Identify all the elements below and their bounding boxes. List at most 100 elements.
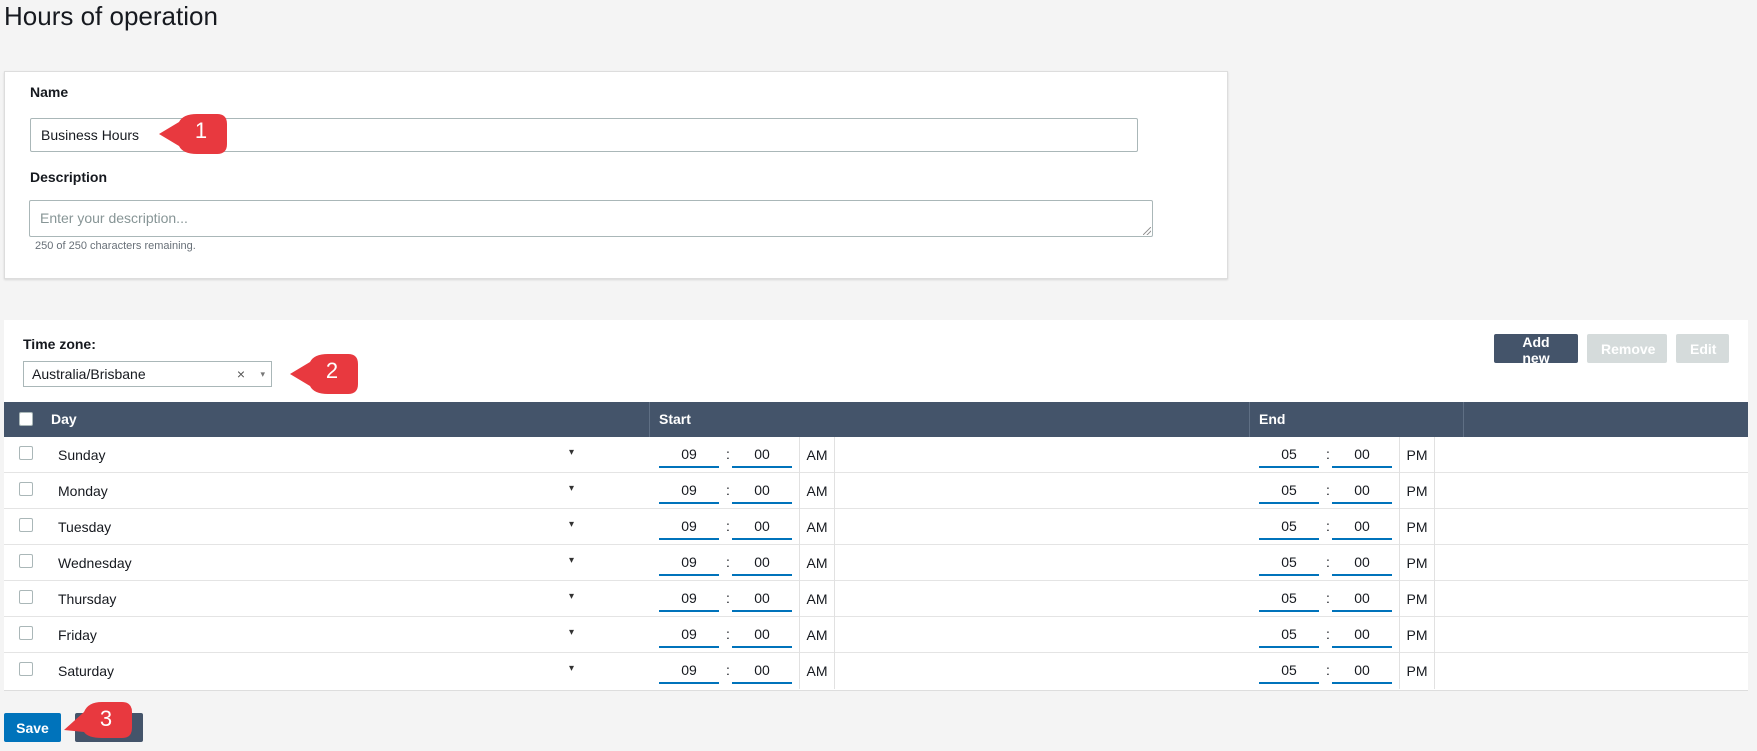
row-checkbox[interactable] [19,662,33,676]
start-hour-input[interactable]: 09 [659,622,719,648]
start-minute-input[interactable]: 00 [732,550,792,576]
header-day: Day [51,411,77,427]
end-ampm-toggle[interactable]: PM [1399,545,1435,581]
end-ampm-toggle[interactable]: PM [1399,437,1435,473]
start-ampm-toggle[interactable]: AM [799,545,835,581]
row-checkbox[interactable] [19,590,33,604]
day-select[interactable]: Wednesday [58,555,132,571]
day-select[interactable]: Monday [58,483,108,499]
chevron-down-icon[interactable]: ▾ [569,483,574,494]
day-select[interactable]: Tuesday [58,519,111,535]
start-minute-input[interactable]: 00 [732,658,792,684]
chevron-down-icon[interactable]: ▾ [569,447,574,458]
page-title: Hours of operation [4,1,218,31]
start-ampm-toggle[interactable]: AM [799,437,835,473]
end-ampm-toggle[interactable]: PM [1399,473,1435,509]
annotation-number: 1 [194,118,208,143]
chevron-down-icon[interactable]: ▾ [569,555,574,566]
end-minute-input[interactable]: 00 [1332,514,1392,540]
end-ampm-toggle[interactable]: PM [1399,509,1435,545]
row-checkbox[interactable] [19,446,33,460]
start-hour-input[interactable]: 09 [659,658,719,684]
time-colon: : [1326,590,1330,606]
start-hour-input[interactable]: 09 [659,586,719,612]
annotation-callout-1: 1 [157,112,231,156]
timezone-value: Australia/Brisbane [32,366,146,382]
row-checkbox[interactable] [19,482,33,496]
table-header: Day Start End [4,402,1748,437]
end-hour-input[interactable]: 05 [1259,478,1319,504]
day-select[interactable]: Sunday [58,447,105,463]
end-hour-input[interactable]: 05 [1259,442,1319,468]
start-hour-input[interactable]: 09 [659,478,719,504]
start-minute-input[interactable]: 00 [732,442,792,468]
start-minute-input[interactable]: 00 [732,514,792,540]
resize-grip-icon[interactable] [1143,227,1151,235]
details-card: Name Business Hours Description Enter yo… [4,71,1228,279]
chevron-down-icon[interactable]: ▾ [569,519,574,530]
edit-button[interactable]: Edit [1676,334,1729,363]
timezone-label: Time zone: [23,336,96,352]
chevron-down-icon[interactable]: ▾ [569,627,574,638]
end-minute-input[interactable]: 00 [1332,586,1392,612]
start-ampm-toggle[interactable]: AM [799,473,835,509]
end-hour-input[interactable]: 05 [1259,658,1319,684]
start-ampm-toggle[interactable]: AM [799,581,835,617]
clear-icon[interactable]: × [237,362,245,386]
end-minute-input[interactable]: 00 [1332,478,1392,504]
end-minute-input[interactable]: 00 [1332,550,1392,576]
end-ampm-toggle[interactable]: PM [1399,653,1435,689]
remove-button[interactable]: Remove [1587,334,1667,363]
table-row: Thursday ▾ 09 : 00 AM 05 : 00 PM [4,581,1748,617]
table-row: Tuesday ▾ 09 : 00 AM 05 : 00 PM [4,509,1748,545]
header-end: End [1259,411,1286,427]
time-colon: : [726,590,730,606]
end-hour-input[interactable]: 05 [1259,586,1319,612]
end-hour-input[interactable]: 05 [1259,622,1319,648]
time-colon: : [1326,518,1330,534]
start-minute-input[interactable]: 00 [732,622,792,648]
chevron-down-icon[interactable]: ▾ [569,663,574,674]
time-colon: : [726,482,730,498]
row-checkbox[interactable] [19,554,33,568]
time-colon: : [726,518,730,534]
start-minute-input[interactable]: 00 [732,478,792,504]
time-colon: : [1326,662,1330,678]
start-ampm-toggle[interactable]: AM [799,653,835,689]
description-input[interactable]: Enter your description... [29,200,1153,237]
annotation-callout-3: 3 [62,700,136,744]
timezone-select[interactable]: Australia/Brisbane × ▾ [23,361,272,387]
end-ampm-toggle[interactable]: PM [1399,617,1435,653]
row-checkbox[interactable] [19,626,33,640]
select-all-checkbox[interactable] [19,412,33,426]
start-hour-input[interactable]: 09 [659,550,719,576]
save-button[interactable]: Save [4,713,61,742]
description-placeholder: Enter your description... [40,210,188,226]
start-ampm-toggle[interactable]: AM [799,617,835,653]
end-minute-input[interactable]: 00 [1332,442,1392,468]
time-colon: : [726,554,730,570]
name-label: Name [30,84,69,100]
chevron-down-icon[interactable]: ▾ [260,362,265,386]
start-hour-input[interactable]: 09 [659,442,719,468]
time-colon: : [1326,626,1330,642]
annotation-number: 3 [99,706,113,731]
add-new-button[interactable]: Add new [1494,334,1578,366]
start-ampm-toggle[interactable]: AM [799,509,835,545]
start-minute-input[interactable]: 00 [732,586,792,612]
time-colon: : [1326,482,1330,498]
end-minute-input[interactable]: 00 [1332,658,1392,684]
end-hour-input[interactable]: 05 [1259,514,1319,540]
chevron-down-icon[interactable]: ▾ [569,591,574,602]
end-ampm-toggle[interactable]: PM [1399,581,1435,617]
day-select[interactable]: Saturday [58,663,114,679]
table-row: Wednesday ▾ 09 : 00 AM 05 : 00 PM [4,545,1748,581]
day-select[interactable]: Friday [58,627,97,643]
day-select[interactable]: Thursday [58,591,116,607]
end-hour-input[interactable]: 05 [1259,550,1319,576]
start-hour-input[interactable]: 09 [659,514,719,540]
table-row: Saturday ▾ 09 : 00 AM 05 : 00 PM [4,653,1748,689]
row-checkbox[interactable] [19,518,33,532]
table-row: Monday ▾ 09 : 00 AM 05 : 00 PM [4,473,1748,509]
end-minute-input[interactable]: 00 [1332,622,1392,648]
